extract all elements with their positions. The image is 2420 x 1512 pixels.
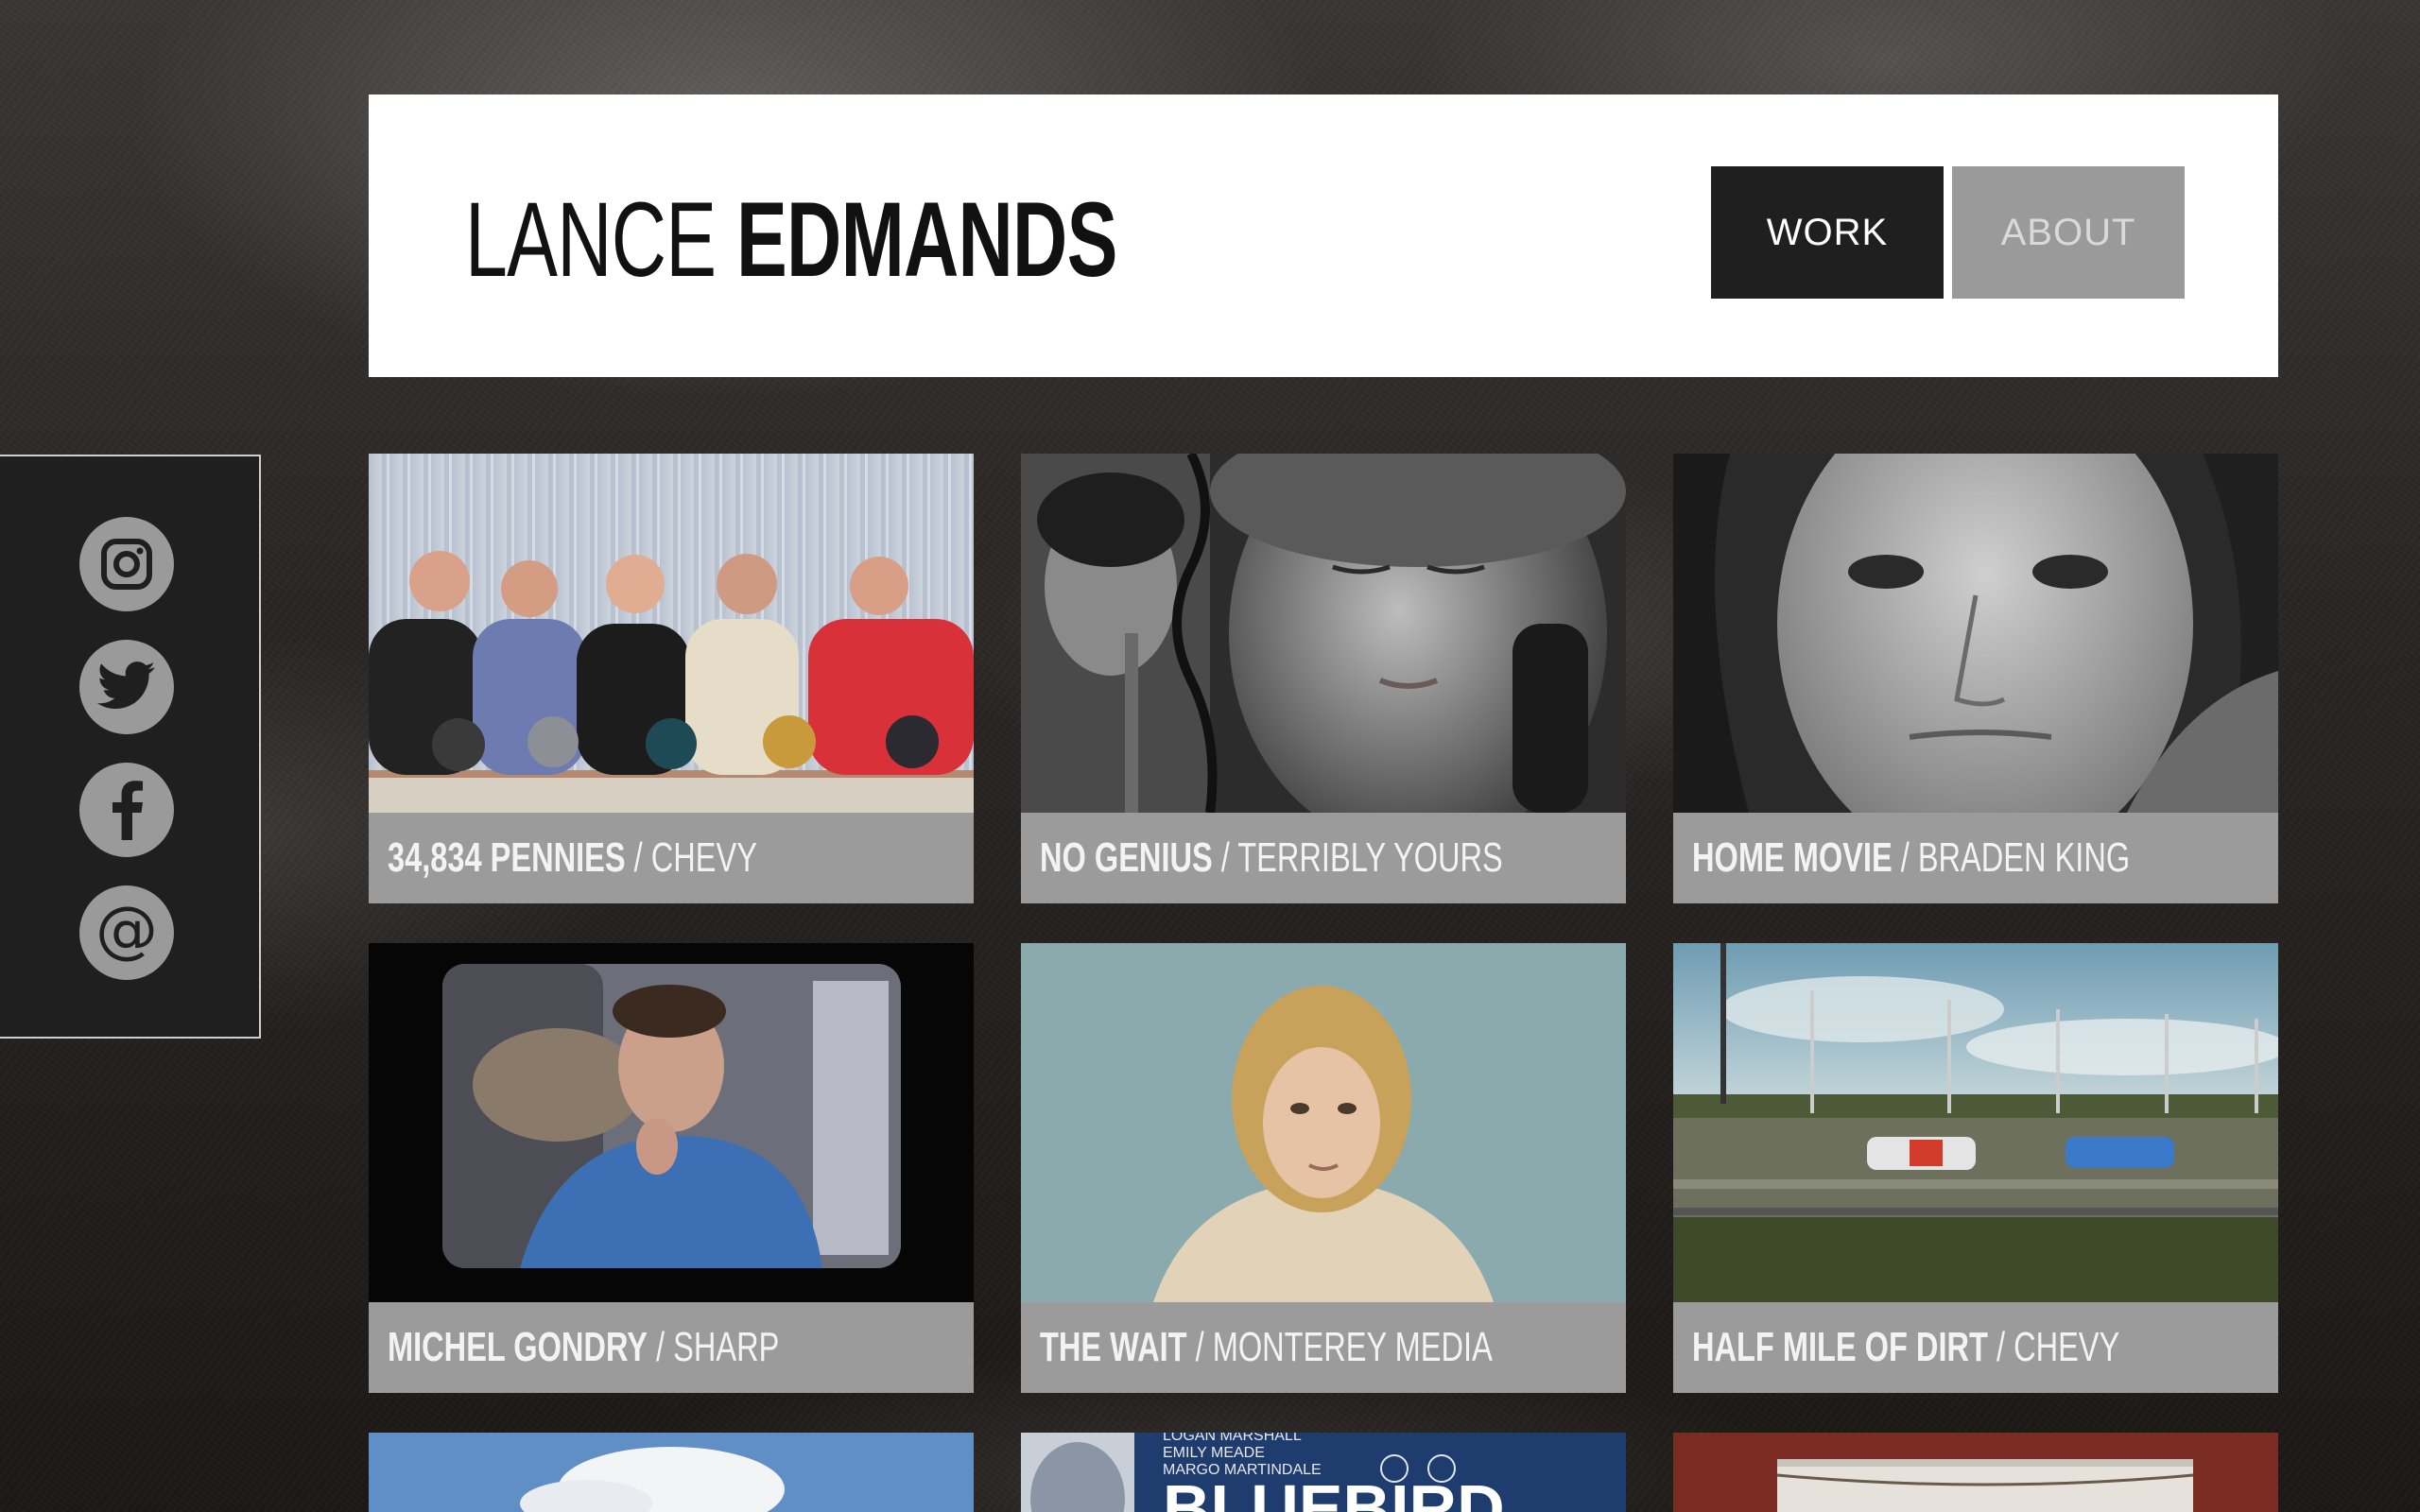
poster-title: BLUEBIRD <box>1163 1471 1505 1512</box>
caption-separator: / <box>1220 834 1230 881</box>
twitter-icon[interactable] <box>79 640 174 734</box>
project-title: NO GENIUS <box>1040 834 1213 881</box>
email-at-glyph: @ <box>95 893 158 966</box>
main-nav: WORK ABOUT <box>1711 166 2185 299</box>
project-thumbnail <box>1673 454 2278 813</box>
project-caption: MICHEL GONDRY / SHARP <box>369 1302 974 1393</box>
project-client: MONTEREY MEDIA <box>1212 1324 1493 1370</box>
project-thumbnail <box>1673 943 2278 1302</box>
project-client: BRADEN KING <box>1917 834 2131 881</box>
instagram-icon[interactable] <box>79 517 174 611</box>
project-caption: THE WAIT / MONTEREY MEDIA <box>1021 1302 1626 1393</box>
project-client: CHEVY <box>2014 1324 2120 1370</box>
project-tile-the-wait[interactable]: THE WAIT / MONTEREY MEDIA <box>1021 943 1626 1393</box>
project-caption: NO GENIUS / TERRIBLY YOURS <box>1021 813 1626 903</box>
project-tile-half-mile-of-dirt[interactable]: HALF MILE OF DIRT / CHEVY <box>1673 943 2278 1393</box>
project-caption: 34,834 PENNIES / CHEVY <box>369 813 974 903</box>
project-thumbnail <box>1021 943 1626 1302</box>
email-icon[interactable]: @ <box>79 885 174 980</box>
caption-separator: / <box>1996 1324 2006 1370</box>
site-logo[interactable]: LANCE EDMANDS <box>465 183 1117 297</box>
project-thumbnail <box>369 1433 974 1512</box>
project-client: TERRIBLY YOURS <box>1237 834 1503 881</box>
project-tile-sky[interactable] <box>369 1433 974 1512</box>
project-title: HALF MILE OF DIRT <box>1692 1324 1988 1370</box>
project-tile-michel-gondry[interactable]: MICHEL GONDRY / SHARP <box>369 943 974 1393</box>
project-caption: HALF MILE OF DIRT / CHEVY <box>1673 1302 2278 1393</box>
logo-first-name: LANCE <box>465 180 717 299</box>
nav-work-button[interactable]: WORK <box>1711 166 1944 299</box>
project-tile-34834-pennies[interactable]: 34,834 PENNIES / CHEVY <box>369 454 974 903</box>
project-thumbnail <box>1673 1433 2278 1512</box>
poster-cast-2: EMILY MEADE <box>1163 1445 1265 1461</box>
project-tile-home-movie[interactable]: HOME MOVIE / BRADEN KING <box>1673 454 2278 903</box>
caption-separator: / <box>1900 834 1910 881</box>
project-caption: HOME MOVIE / BRADEN KING <box>1673 813 2278 903</box>
caption-separator: / <box>633 834 643 881</box>
project-title: MICHEL GONDRY <box>388 1324 648 1370</box>
social-sidebar: @ <box>0 455 261 1039</box>
caption-separator: / <box>656 1324 666 1370</box>
logo-last-name: EDMANDS <box>735 180 1117 299</box>
project-tile-no-genius[interactable]: NO GENIUS / TERRIBLY YOURS <box>1021 454 1626 903</box>
caption-separator: / <box>1195 1324 1204 1370</box>
project-title: HOME MOVIE <box>1692 834 1893 881</box>
nav-about-button[interactable]: ABOUT <box>1952 166 2185 299</box>
project-client: SHARP <box>673 1324 780 1370</box>
project-thumbnail <box>369 454 974 813</box>
facebook-icon[interactable] <box>79 763 174 857</box>
project-title: 34,834 PENNIES <box>388 834 626 881</box>
project-title: THE WAIT <box>1040 1324 1187 1370</box>
project-tile-barn[interactable] <box>1673 1433 2278 1512</box>
site-header: LANCE EDMANDS WORK ABOUT <box>369 94 2278 377</box>
project-thumbnail: LOGAN MARSHALL EMILY MEADE MARGO MARTIND… <box>1021 1433 1626 1512</box>
project-tile-bluebird[interactable]: LOGAN MARSHALL EMILY MEADE MARGO MARTIND… <box>1021 1433 1626 1512</box>
poster-cast-1: LOGAN MARSHALL <box>1163 1433 1302 1444</box>
project-thumbnail <box>1021 454 1626 813</box>
project-client: CHEVY <box>650 834 757 881</box>
project-thumbnail <box>369 943 974 1302</box>
